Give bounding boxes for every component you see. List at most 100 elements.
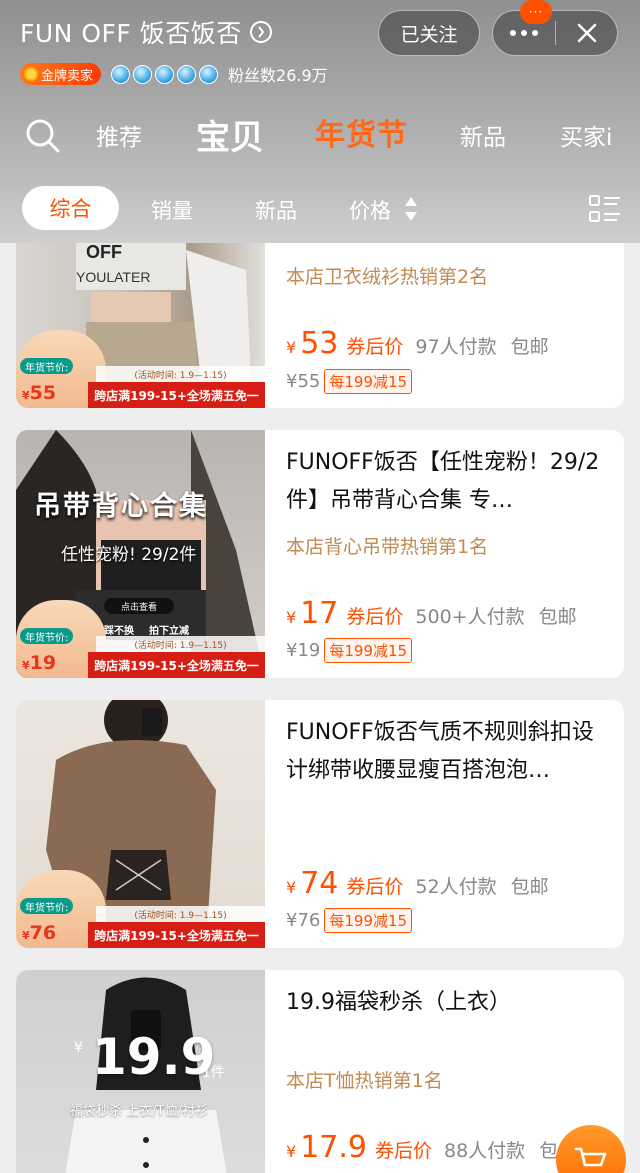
notification-badge: ···	[520, 0, 552, 24]
gold-seller-label: 金牌卖家	[41, 68, 94, 84]
product-card[interactable]: 年货节价: ¥76 (活动时间: 1.9—1.15) 跨店满199-15+全场满…	[16, 700, 624, 948]
cart-icon	[574, 1147, 607, 1167]
overlay-view-button[interactable]: 点击查看	[104, 598, 174, 614]
original-price-row: ¥55 每199减15	[286, 369, 413, 394]
promo-label: 年货节价:	[20, 898, 74, 914]
promo-time: (活动时间: 1.9—1.15)	[96, 366, 265, 382]
overlay-price: 19.9	[92, 1028, 216, 1086]
shop-name-text[interactable]: FUN OFF 饭否饭否	[20, 14, 242, 50]
price: 17.9	[300, 1130, 367, 1165]
original-price: ¥76	[286, 910, 321, 931]
price: 74	[300, 866, 339, 901]
product-card[interactable]: 吊带背心合集 任性宠粉! 29/2件 点击查看 不踩不换 拍下立减 年货节价: …	[16, 430, 624, 678]
overlay-yen: ¥	[74, 1040, 83, 1056]
promo-time: (活动时间: 1.9—1.15)	[96, 906, 265, 922]
list-view-toggle-icon[interactable]	[589, 194, 621, 228]
price-row: ¥ 53 券后价 97人付款 包邮	[286, 326, 549, 361]
chevron-right-icon[interactable]	[249, 21, 272, 43]
overlay-tag: 拍下立减	[149, 626, 189, 637]
sales-rank[interactable]: 本店背心吊带热销第1名	[286, 532, 488, 559]
crown-icon	[133, 64, 153, 84]
coupon-badge: 每199减15	[324, 369, 413, 394]
original-price-row: ¥76 每199减15	[286, 908, 413, 933]
promo-bar: 跨店满199-15+全场满五免一	[88, 652, 265, 678]
price-row: ¥ 74 券后价 52人付款 包邮	[286, 866, 549, 901]
shop-name[interactable]: FUN OFF 饭否饭否	[20, 14, 272, 50]
search-icon[interactable]	[25, 118, 61, 158]
price-tag: 券后价	[346, 336, 404, 358]
promo-bar: 跨店满199-15+全场满五免一	[88, 922, 265, 948]
shipping: 包邮	[510, 336, 549, 358]
overlay-unit: 1件	[202, 1065, 225, 1081]
crown-icon	[155, 64, 175, 84]
gold-seller-badge: 金牌卖家	[20, 63, 102, 85]
product-card[interactable]: ¥ 19.9 1件 福袋秒杀 上衣/T恤/衬衫 19.9福袋秒杀（上衣） 本店T…	[16, 970, 624, 1173]
promo-price: ¥55	[22, 382, 57, 404]
sales-rank[interactable]: 本店卫衣绒衫热销第2名	[286, 262, 488, 289]
tab-recommend[interactable]: 推荐	[96, 118, 142, 152]
tab-new-year-festival[interactable]: 年货节	[315, 110, 408, 154]
shop-nav: 推荐 宝贝 年货节 新品 买家i	[0, 110, 640, 160]
product-title[interactable]: FUNOFF饭否【任性宠粉！29/2件】吊带背心合集 专…	[286, 444, 612, 520]
shop-badges: 金牌卖家 粉丝数26.9万	[20, 62, 328, 86]
fans-count: 粉丝数26.9万	[228, 66, 328, 85]
filter-sales[interactable]: 销量	[151, 195, 193, 225]
price-row: ¥ 17.9 券后价 88人付款 包	[286, 1130, 558, 1165]
original-price: ¥19	[286, 640, 321, 661]
sort-filter-bar: 综合 销量 新品 价格	[0, 186, 640, 230]
currency: ¥	[286, 878, 297, 897]
sold-count: 88人付款	[444, 1140, 526, 1162]
promo-label: 年货节价:	[20, 628, 74, 644]
original-price-row: ¥19 每199减15	[286, 638, 413, 663]
crown-icon	[111, 64, 131, 84]
price-tag: 券后价	[346, 876, 404, 898]
shipping: 包邮	[510, 876, 549, 898]
tab-new[interactable]: 新品	[460, 118, 506, 152]
sales-rank[interactable]: 本店T恤热销第1名	[286, 1066, 443, 1093]
sold-count: 97人付款	[415, 336, 497, 358]
filter-price[interactable]: 价格	[349, 195, 391, 225]
price-tag: 券后价	[374, 1140, 432, 1162]
follow-button[interactable]: 已关注	[378, 10, 480, 56]
product-title[interactable]: 19.9福袋秒杀（上衣）	[286, 984, 612, 1022]
price: 17	[300, 596, 339, 631]
product-title[interactable]: FUNOFF饭否气质不规则斜扣设计绑带收腰显瘦百搭泡泡…	[286, 714, 612, 790]
promo-price: ¥76	[22, 922, 57, 944]
price-row: ¥ 17 券后价 500+人付款 包邮	[286, 596, 577, 631]
sold-count: 52人付款	[415, 876, 497, 898]
sold-count: 500+人付款	[415, 606, 525, 628]
close-icon[interactable]	[556, 22, 617, 44]
tab-products[interactable]: 宝贝	[196, 110, 264, 159]
price-tag: 券后价	[346, 606, 404, 628]
crown-icon	[199, 64, 219, 84]
filter-comprehensive[interactable]: 综合	[22, 186, 119, 230]
crown-level-icons	[111, 64, 219, 84]
coupon-badge: 每199减15	[324, 908, 413, 933]
shipping: 包邮	[538, 606, 577, 628]
tab-buyer-show[interactable]: 买家i	[560, 118, 612, 152]
overlay-title: 吊带背心合集	[34, 491, 208, 522]
sort-arrows-icon[interactable]	[404, 196, 418, 222]
currency: ¥	[286, 1142, 297, 1161]
medal-icon	[24, 67, 38, 81]
coupon-badge: 每199减15	[324, 638, 413, 663]
currency: ¥	[286, 608, 297, 627]
original-price: ¥55	[286, 371, 321, 392]
crown-icon	[177, 64, 197, 84]
overlay-desc: 福袋秒杀 上衣/T恤/衬衫	[70, 1104, 208, 1119]
svg-text:YOULATER: YOULATER	[76, 269, 150, 285]
product-image[interactable]: ¥ 19.9 1件 福袋秒杀 上衣/T恤/衬衫	[16, 970, 265, 1173]
svg-text:OFF: OFF	[86, 242, 122, 262]
promo-bar: 跨店满199-15+全场满五免一	[88, 382, 265, 408]
promo-label: 年货节价:	[20, 358, 74, 374]
currency: ¥	[286, 338, 297, 357]
promo-price: ¥19	[22, 652, 57, 674]
product-image[interactable]: 吊带背心合集 任性宠粉! 29/2件 点击查看 不踩不换 拍下立减 年货节价: …	[16, 430, 265, 678]
product-image[interactable]: 年货节价: ¥76 (活动时间: 1.9—1.15) 跨店满199-15+全场满…	[16, 700, 265, 948]
shop-header: FUN OFF 饭否饭否 已关注 ··· 金牌卖家 粉丝数26.9万 推荐 宝贝…	[0, 0, 640, 243]
price: 53	[300, 326, 339, 361]
overlay-subtitle: 任性宠粉! 29/2件	[61, 545, 197, 565]
mini-program-capsule	[492, 10, 618, 56]
filter-new[interactable]: 新品	[255, 195, 297, 225]
promo-time: (活动时间: 1.9—1.15)	[96, 636, 265, 652]
